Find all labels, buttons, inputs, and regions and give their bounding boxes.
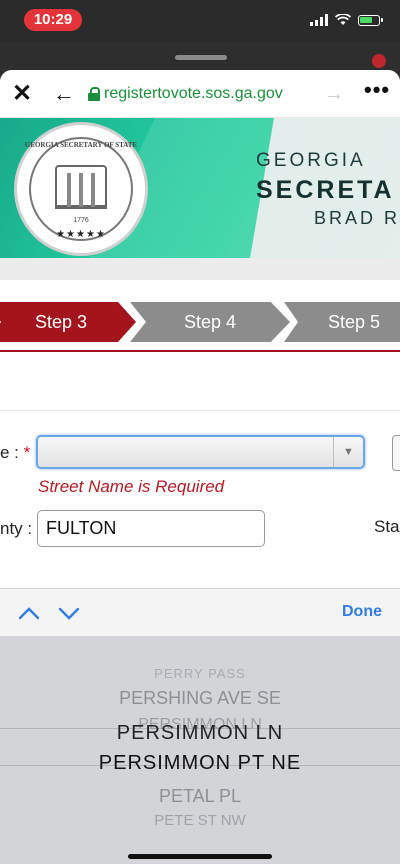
state-seal-logo: GEORGIA SECRETARY OF STATE 1776 ★★★★★	[14, 122, 148, 256]
street-name-label: e : *	[0, 443, 31, 462]
wifi-icon	[335, 14, 351, 25]
notification-badge	[372, 54, 386, 68]
banner-title-line1: GEORGIA	[256, 150, 366, 171]
keyboard-accessory-bar: Done	[0, 588, 400, 636]
sheet-grabber[interactable]	[175, 55, 227, 60]
step-progress-bar: Step 3 Step 4 Step 5	[0, 302, 400, 342]
step-3: Step 3	[0, 302, 136, 342]
picker-option[interactable]: PERSHING AVE SE	[0, 688, 400, 709]
chevron-down-icon: ▼	[333, 437, 363, 467]
battery-icon	[358, 14, 383, 26]
picker-option[interactable]: PERSIMMON LN	[0, 722, 400, 745]
step-underline	[0, 350, 400, 352]
status-time: 10:29	[24, 9, 82, 31]
close-icon[interactable]: ✕	[10, 82, 34, 106]
seal-arch-icon	[55, 165, 107, 209]
done-button[interactable]: Done	[342, 603, 382, 621]
state-label: Sta	[374, 517, 400, 536]
more-options-icon[interactable]: •••	[364, 79, 390, 104]
picker-option[interactable]: PETAL PL	[0, 786, 400, 807]
chevron-down-icon[interactable]	[56, 603, 82, 623]
browser-toolbar: ✕ ← registertovote.sos.ga.gov → •••	[0, 70, 400, 118]
home-indicator[interactable]	[128, 854, 272, 859]
banner-divider	[0, 258, 400, 280]
chevron-up-icon[interactable]	[16, 603, 42, 623]
picker-option[interactable]: PERRY PASS	[0, 666, 400, 681]
status-icons	[310, 14, 383, 26]
banner-title-line3: BRAD R	[314, 208, 400, 228]
step-5: Step 5	[284, 302, 400, 342]
street-name-error: Street Name is Required	[38, 477, 225, 496]
step-4: Step 4	[130, 302, 290, 342]
cellular-signal-icon	[310, 14, 328, 26]
street-name-select[interactable]: ▼	[36, 435, 365, 469]
forward-arrow-icon[interactable]: →	[322, 82, 346, 106]
url-text: registertovote.sos.ga.gov	[104, 85, 283, 102]
picker-option[interactable]: PETE ST NW	[0, 812, 400, 829]
adjacent-field[interactable]	[392, 435, 400, 471]
county-field[interactable]: FULTON	[37, 510, 265, 547]
in-app-browser: ✕ ← registertovote.sos.ga.gov → ••• GEOR…	[0, 70, 400, 864]
picker-option-selected[interactable]: PERSIMMON PT NE	[0, 752, 400, 775]
header-banner: GEORGIA SECRETARY OF STATE 1776 ★★★★★ GE…	[0, 118, 400, 258]
back-arrow-icon[interactable]: ←	[52, 82, 76, 106]
lock-icon	[88, 87, 100, 101]
county-label: nty :	[0, 519, 33, 538]
street-picker-wheel[interactable]: PERRY PASS PERSHING AVE SE PERSIMMON LN …	[0, 636, 400, 864]
banner-title-line2: SECRETA	[256, 176, 395, 204]
required-marker: *	[23, 443, 31, 462]
address-form: e : * ▼ Street Name is Required nty : FU…	[0, 410, 400, 598]
status-bar: 10:29	[0, 0, 400, 42]
address-bar[interactable]: registertovote.sos.ga.gov	[88, 84, 283, 104]
